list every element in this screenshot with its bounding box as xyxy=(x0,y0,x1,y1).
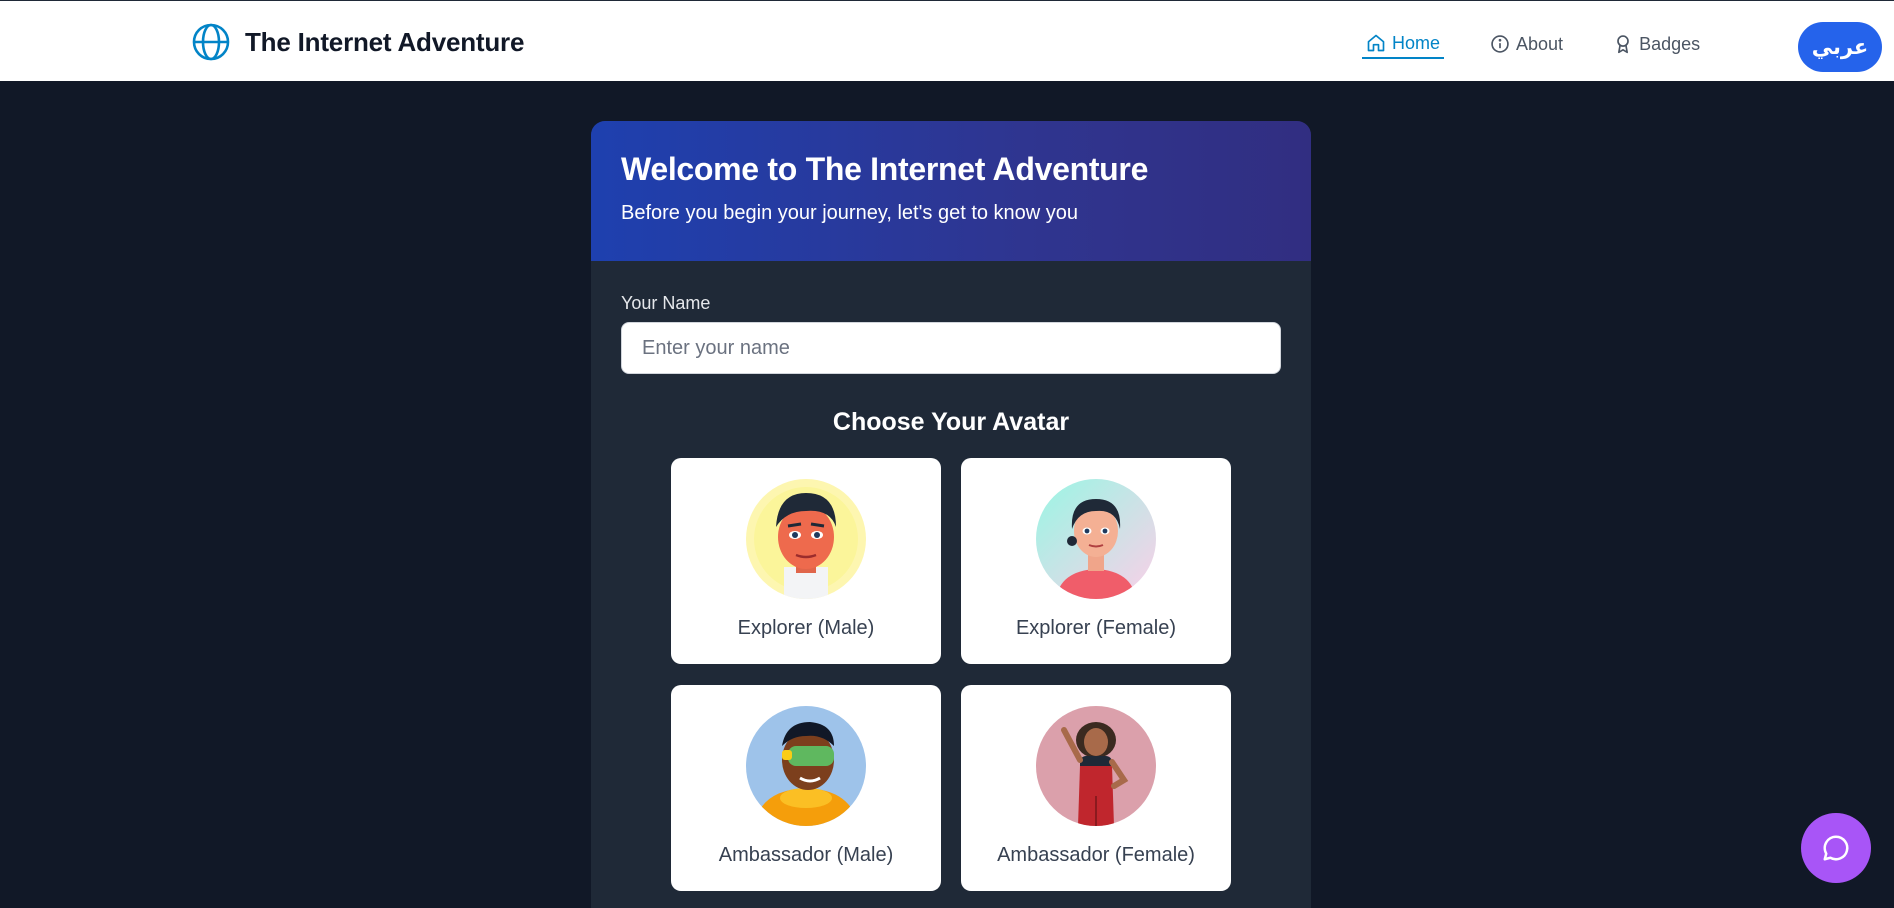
top-navbar: The Internet Adventure Home About Badges… xyxy=(0,0,1894,81)
award-icon xyxy=(1617,35,1629,54)
nav-about-label: About xyxy=(1516,33,1564,54)
avatar-grid: Explorer (Male) Explorer (Female) Ambass… xyxy=(671,458,1231,891)
explorer-female-avatar xyxy=(1036,479,1156,599)
brand[interactable]: The Internet Adventure xyxy=(191,22,524,62)
avatar-option-explorer-female[interactable]: Explorer (Female) xyxy=(961,458,1231,664)
name-input[interactable] xyxy=(621,322,1281,374)
nav-home-link[interactable]: Home xyxy=(1362,29,1445,59)
welcome-card: Welcome to The Internet Adventure Before… xyxy=(591,121,1311,908)
chat-bubble-icon xyxy=(1823,835,1849,861)
choose-avatar-title: Choose Your Avatar xyxy=(832,408,1070,436)
info-icon xyxy=(1491,35,1509,53)
ambassador-female-avatar xyxy=(1036,706,1156,826)
avatar-label: Ambassador (Male) xyxy=(718,844,894,866)
avatar-label: Explorer (Female) xyxy=(1015,617,1177,639)
brand-title: The Internet Adventure xyxy=(245,26,525,57)
explorer-male-avatar xyxy=(746,479,866,599)
welcome-subtitle: Before you begin your journey, let's get… xyxy=(621,202,1079,224)
globe-icon xyxy=(192,23,230,61)
ambassador-male-avatar xyxy=(746,706,866,826)
welcome-title: Welcome to The Internet Adventure xyxy=(621,151,1149,187)
avatar-label: Explorer (Male) xyxy=(737,617,875,639)
home-icon xyxy=(1367,34,1385,52)
onboarding-form: Your Name Choose Your Avatar xyxy=(591,261,1311,437)
language-toggle-button[interactable]: عربي xyxy=(1798,22,1882,72)
welcome-header: Welcome to The Internet Adventure Before… xyxy=(591,121,1311,261)
avatar-option-ambassador-female[interactable]: Ambassador (Female) xyxy=(961,685,1231,891)
avatar-option-explorer-male[interactable]: Explorer (Male) xyxy=(671,458,941,664)
nav-badges-label: Badges xyxy=(1639,33,1701,54)
name-label: Your Name xyxy=(621,293,711,313)
avatar-label: Ambassador (Female) xyxy=(997,844,1195,866)
nav-badges-link[interactable]: Badges xyxy=(1613,29,1700,59)
chat-button[interactable] xyxy=(1801,813,1871,883)
nav-home-label: Home xyxy=(1392,32,1441,53)
nav-about-link[interactable]: About xyxy=(1490,29,1563,59)
main-nav: Home About Badges xyxy=(1362,29,1700,59)
avatar-option-ambassador-male[interactable]: Ambassador (Male) xyxy=(671,685,941,891)
